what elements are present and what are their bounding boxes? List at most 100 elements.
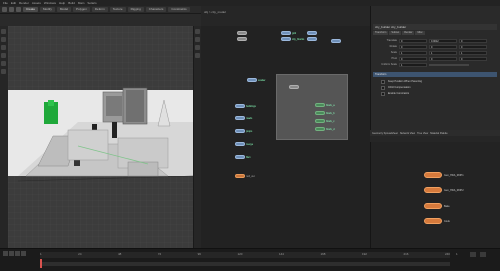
- param-field[interactable]: 0: [399, 38, 427, 43]
- handle-tool-icon[interactable]: [1, 61, 6, 66]
- menu-solaris[interactable]: Solaris: [87, 1, 96, 5]
- param-checkbox[interactable]: [381, 80, 385, 84]
- network-node[interactable]: [331, 39, 341, 43]
- shelf-tab-texture[interactable]: Texture: [109, 7, 126, 12]
- node-body[interactable]: [307, 31, 317, 35]
- param-field[interactable]: 0.0012: [429, 38, 457, 43]
- node-body[interactable]: [235, 174, 245, 178]
- node-body[interactable]: [237, 31, 247, 35]
- network-node[interactable]: [307, 37, 317, 41]
- rop-node[interactable]: Gen_HDA_ROP1: [424, 172, 464, 178]
- scale-tool-icon[interactable]: [1, 53, 6, 58]
- move-tool-icon[interactable]: [1, 37, 6, 42]
- network-node[interactable]: block_b: [315, 111, 335, 115]
- 3d-viewport[interactable]: [8, 26, 193, 248]
- network-node[interactable]: file1: [235, 155, 251, 159]
- node-body[interactable]: [247, 78, 257, 82]
- tab-network-view[interactable]: Network View: [400, 132, 415, 135]
- rop-node[interactable]: Gen_HDA_ROP2: [424, 187, 464, 193]
- node-body[interactable]: [315, 119, 325, 123]
- node-body[interactable]: [315, 127, 325, 131]
- param-checkbox[interactable]: [381, 86, 385, 90]
- node-body[interactable]: [307, 37, 317, 41]
- param-field[interactable]: 1: [459, 50, 487, 55]
- node-body[interactable]: [281, 37, 291, 41]
- rop-node-body[interactable]: [424, 172, 442, 178]
- save-icon[interactable]: [16, 7, 21, 12]
- param-field[interactable]: 0: [399, 44, 427, 49]
- tab-tree-view[interactable]: Tree View: [417, 132, 428, 135]
- node-body[interactable]: [315, 111, 325, 115]
- menu-help[interactable]: Help: [59, 1, 65, 5]
- realtime-toggle-icon[interactable]: [480, 252, 486, 257]
- menu-render[interactable]: Render: [19, 1, 29, 5]
- node-body[interactable]: [281, 31, 291, 35]
- network-node[interactable]: grid: [281, 31, 296, 35]
- menu-edit[interactable]: Edit: [11, 1, 16, 5]
- shelf-tab-modify[interactable]: Modify: [40, 7, 55, 12]
- open-icon[interactable]: [9, 7, 14, 12]
- node-body[interactable]: [235, 129, 245, 133]
- param-field[interactable]: 0: [399, 56, 427, 61]
- network-node[interactable]: scatter: [247, 78, 266, 82]
- timeline-playhead[interactable]: [40, 259, 42, 268]
- param-field[interactable]: 0: [429, 44, 457, 49]
- shelf-tab-characters[interactable]: Characters: [145, 7, 167, 12]
- network-node[interactable]: null_out: [235, 174, 255, 178]
- shelf-tab-create[interactable]: Create: [23, 7, 39, 12]
- param-tab-render[interactable]: Render: [402, 31, 415, 35]
- param-tab-misc[interactable]: Misc: [415, 31, 425, 35]
- shelf-tab-model[interactable]: Model: [56, 7, 72, 12]
- node-body[interactable]: [289, 85, 299, 89]
- network-node[interactable]: [307, 31, 317, 35]
- rop-node-body[interactable]: [424, 218, 442, 224]
- rotate-tool-icon[interactable]: [1, 45, 6, 50]
- menu-windows[interactable]: Windows: [44, 1, 56, 5]
- param-section-header[interactable]: Transform: [373, 72, 497, 77]
- param-slider[interactable]: [429, 63, 469, 66]
- shelf-tab-constraints[interactable]: Constraints: [168, 7, 190, 12]
- param-field[interactable]: 1: [399, 50, 427, 55]
- rop-node-body[interactable]: [424, 187, 442, 193]
- param-checkbox[interactable]: [381, 92, 385, 96]
- node-body[interactable]: [315, 103, 325, 107]
- shelf-tab-deform[interactable]: Deform: [91, 7, 108, 12]
- network-node[interactable]: roads: [235, 116, 252, 120]
- network-node[interactable]: [237, 37, 247, 41]
- network-box[interactable]: block_a block_b block_c block_d: [276, 74, 348, 140]
- camera-icon[interactable]: [195, 45, 200, 50]
- shading-icon[interactable]: [195, 37, 200, 42]
- light-icon[interactable]: [195, 53, 200, 58]
- network-node[interactable]: block_d: [315, 127, 335, 131]
- current-frame-field[interactable]: 1: [456, 252, 458, 256]
- stop-icon[interactable]: [9, 251, 14, 256]
- network-node[interactable]: city_blocks: [281, 37, 304, 41]
- param-field[interactable]: 0: [459, 38, 487, 43]
- rop-node-body[interactable]: [424, 203, 442, 209]
- network-node[interactable]: [289, 85, 299, 89]
- network-node[interactable]: props: [235, 129, 252, 133]
- keyframe-icon[interactable]: [470, 252, 476, 257]
- param-field[interactable]: 1: [429, 50, 457, 55]
- select-tool-icon[interactable]: [1, 29, 6, 34]
- pose-tool-icon[interactable]: [1, 69, 6, 74]
- node-body[interactable]: [331, 39, 341, 43]
- menu-main[interactable]: Main: [78, 1, 85, 5]
- rop-node[interactable]: Bake: [424, 203, 450, 209]
- node-body[interactable]: [235, 142, 245, 146]
- menu-file[interactable]: File: [3, 1, 8, 5]
- menu-build[interactable]: Build: [68, 1, 75, 5]
- menu-assets[interactable]: Assets: [32, 1, 41, 5]
- param-field[interactable]: 0: [459, 56, 487, 61]
- tab-material-palette[interactable]: Material Palette: [430, 132, 447, 135]
- timeline-range-bar[interactable]: [40, 262, 450, 266]
- tab-geometry-spreadsheet[interactable]: Geometry Spreadsheet: [372, 132, 398, 135]
- network-path-breadcrumb[interactable]: obj > city_model: [204, 10, 226, 15]
- network-node[interactable]: block_c: [315, 119, 334, 123]
- shelf-tab-rigging[interactable]: Rigging: [127, 7, 144, 12]
- network-node[interactable]: [237, 31, 247, 35]
- node-body[interactable]: [237, 37, 247, 41]
- display-options-icon[interactable]: [195, 29, 200, 34]
- network-node[interactable]: merge: [235, 142, 253, 146]
- step-forward-icon[interactable]: [21, 251, 26, 256]
